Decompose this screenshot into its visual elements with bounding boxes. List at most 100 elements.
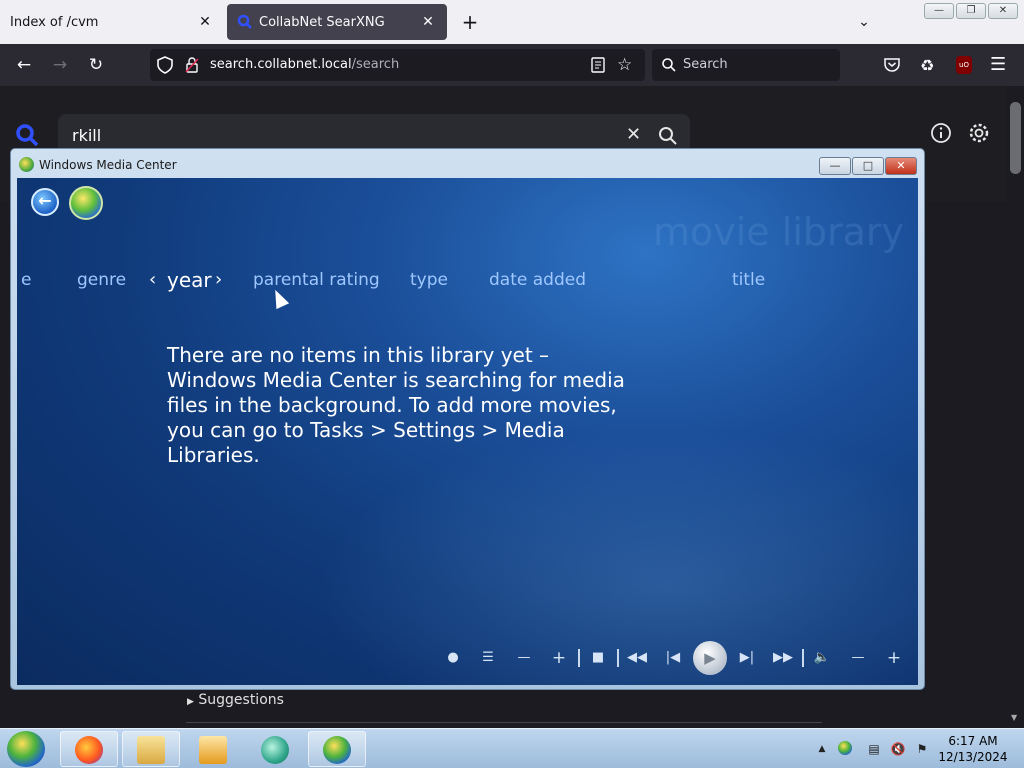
- info-icon[interactable]: [930, 122, 956, 148]
- url-host: search.collabnet.local: [210, 57, 352, 72]
- search-icon: [661, 57, 677, 77]
- play-icon[interactable]: ▶: [693, 641, 727, 675]
- list-all-tabs-icon[interactable]: ⌄: [852, 10, 876, 34]
- explorer-taskbar-button[interactable]: [122, 731, 180, 767]
- url-text[interactable]: search.collabnet.local/search: [210, 57, 399, 72]
- shield-icon[interactable]: [156, 55, 174, 79]
- ublock-origin-icon[interactable]: uO: [956, 56, 972, 74]
- windows-start-orb-icon[interactable]: [69, 186, 103, 220]
- tab-label: CollabNet SearXNG: [259, 14, 385, 30]
- query-input[interactable]: rkill: [72, 126, 101, 145]
- clear-query-icon[interactable]: ✕: [626, 124, 641, 145]
- taskbar: ▲ ▤ 🔇 ⚑ 6:17 AM 12/13/2024: [0, 728, 1024, 768]
- media-center-tray-icon[interactable]: [838, 741, 854, 757]
- nav-item-parental-rating[interactable]: parental rating: [253, 270, 380, 290]
- skip-forward-icon[interactable]: ▶|: [736, 648, 758, 668]
- close-window-button[interactable]: ✕: [885, 157, 917, 175]
- windows-orb-icon: [838, 741, 852, 755]
- scrollbar-thumb[interactable]: [1010, 102, 1021, 174]
- tab-collabnet-searxng[interactable]: CollabNet SearXNG ✕: [227, 4, 447, 40]
- rewind-icon[interactable]: ◀◀: [626, 648, 648, 668]
- close-icon[interactable]: ✕: [196, 14, 214, 30]
- window-title: Windows Media Center: [39, 158, 177, 172]
- url-bar[interactable]: search.collabnet.local/search ☆: [150, 49, 645, 81]
- scroll-down-arrow-icon[interactable]: ▼: [1011, 713, 1017, 722]
- empty-library-message: There are no items in this library yet –…: [167, 343, 625, 467]
- chevron-right-icon[interactable]: ›: [215, 269, 222, 290]
- stop-icon[interactable]: ■: [587, 648, 609, 668]
- mute-speaker-icon[interactable]: 🔈: [811, 648, 833, 668]
- nav-item-year[interactable]: year: [167, 268, 212, 292]
- nav-item-title[interactable]: title: [732, 270, 765, 290]
- minimize-button[interactable]: —: [924, 3, 954, 19]
- app-globe-icon: [261, 736, 289, 764]
- nav-item-genre[interactable]: genre: [77, 270, 126, 290]
- nav-item-type[interactable]: type: [410, 270, 448, 290]
- back-arrow-icon[interactable]: ←: [12, 53, 36, 77]
- window-controls: — ❐ ✕: [924, 3, 1018, 19]
- fast-forward-icon[interactable]: ▶▶: [772, 648, 794, 668]
- chevron-left-icon[interactable]: ‹: [149, 269, 156, 290]
- extensions-puzzle-icon[interactable]: ♻: [920, 56, 934, 75]
- clock[interactable]: 6:17 AM 12/13/2024: [934, 733, 1012, 765]
- reader-view-icon[interactable]: [590, 56, 606, 78]
- sort-by-menu: e genre ‹ year › parental rating type da…: [17, 268, 918, 296]
- restore-button[interactable]: ❐: [956, 3, 986, 19]
- search-submit-icon[interactable]: [658, 126, 678, 150]
- nav-item-date-added[interactable]: date added: [489, 270, 586, 290]
- media-player-taskbar-button[interactable]: [184, 731, 242, 767]
- divider: [617, 649, 619, 667]
- show-hidden-icons-icon[interactable]: ▲: [814, 741, 830, 757]
- gear-icon[interactable]: [968, 122, 994, 148]
- divider: [578, 649, 580, 667]
- page-scrollbar[interactable]: ▼: [1007, 86, 1024, 728]
- divider: [186, 722, 822, 723]
- suggestions-toggle[interactable]: ▶ Suggestions: [187, 692, 284, 708]
- start-button[interactable]: [7, 731, 45, 767]
- forward-arrow-icon[interactable]: →: [48, 53, 72, 77]
- back-arrow-icon[interactable]: ←: [31, 188, 59, 216]
- network-icon[interactable]: ▤: [866, 741, 882, 757]
- maximize-button[interactable]: □: [852, 157, 884, 175]
- action-center-flag-icon[interactable]: ⚑: [914, 741, 930, 757]
- tab-bar: Index of /cvm ✕ CollabNet SearXNG ✕ + ⌄ …: [0, 0, 1024, 44]
- app-taskbar-button[interactable]: [246, 731, 304, 767]
- lock-warning-icon[interactable]: [184, 56, 200, 78]
- reload-icon[interactable]: ↻: [84, 53, 108, 77]
- clock-date: 12/13/2024: [938, 750, 1008, 764]
- media-center-content: ← movie library e genre ‹ year › parenta…: [17, 178, 918, 685]
- navigation-toolbar: ← → ↻ search.collabnet.local/search ☆ Se…: [0, 44, 1024, 86]
- guide-list-icon[interactable]: ☰: [477, 648, 499, 668]
- transport-controls: ● ☰ — + ■ ◀◀ |◀ ▶ ▶| ▶▶ 🔈 — +: [17, 638, 918, 678]
- media-center-taskbar-button[interactable]: [308, 731, 366, 767]
- close-window-button[interactable]: ✕: [988, 3, 1018, 19]
- library-watermark: movie library: [653, 210, 905, 254]
- channel-down-icon[interactable]: —: [513, 648, 535, 668]
- bookmark-star-icon[interactable]: ☆: [617, 55, 632, 75]
- pocket-icon[interactable]: [883, 56, 901, 78]
- searxng-favicon-icon: [237, 14, 253, 30]
- windows-orb-icon: [323, 736, 351, 764]
- firefox-taskbar-button[interactable]: [60, 731, 118, 767]
- minimize-button[interactable]: —: [819, 157, 851, 175]
- tab-label: Index of /cvm: [10, 14, 99, 30]
- volume-up-icon[interactable]: +: [883, 648, 905, 668]
- close-icon[interactable]: ✕: [419, 14, 437, 30]
- record-icon[interactable]: ●: [442, 648, 464, 668]
- nav-item-partial[interactable]: e: [21, 270, 31, 290]
- search-bar[interactable]: Search: [652, 49, 840, 81]
- hamburger-menu-icon[interactable]: ☰: [990, 54, 1006, 75]
- divider: [802, 649, 804, 667]
- volume-muted-icon[interactable]: 🔇: [890, 741, 906, 757]
- firefox-icon: [75, 736, 103, 764]
- channel-up-icon[interactable]: +: [548, 648, 570, 668]
- clock-time: 6:17 AM: [948, 734, 998, 748]
- search-placeholder: Search: [683, 57, 728, 72]
- media-player-icon: [199, 736, 227, 764]
- media-center-window: Windows Media Center — □ ✕ ← movie libra…: [10, 148, 925, 690]
- new-tab-button[interactable]: +: [458, 10, 482, 34]
- skip-back-icon[interactable]: |◀: [662, 648, 684, 668]
- tab-index-of-cvm[interactable]: Index of /cvm ✕: [0, 4, 224, 40]
- volume-down-icon[interactable]: —: [847, 648, 869, 668]
- url-path: /search: [351, 57, 400, 72]
